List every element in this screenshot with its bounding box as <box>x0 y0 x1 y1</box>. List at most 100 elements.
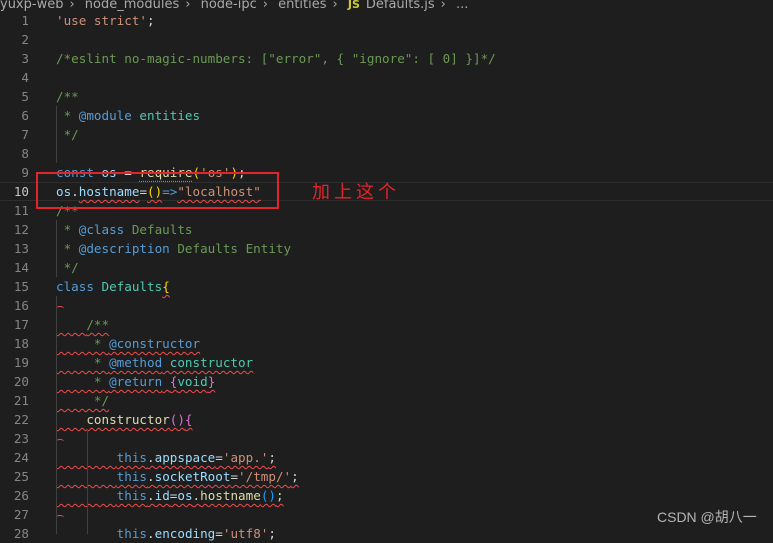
code-token: */ <box>56 260 79 275</box>
line-number: 10 <box>13 184 29 199</box>
annotation-note: 加上这个 <box>312 182 400 203</box>
code-line[interactable]: 6 * @module entities <box>0 106 773 125</box>
indent-guide <box>56 296 57 534</box>
code-line[interactable]: 18 * @constructor <box>0 334 773 353</box>
code-line[interactable]: 15 class Defaults{ <box>0 277 773 296</box>
line-number: 9 <box>21 165 29 180</box>
code-line[interactable]: 26 this.id=os.hostname(); <box>0 486 773 505</box>
code-token: ; <box>268 450 276 465</box>
code-line[interactable]: 21 */ <box>0 391 773 410</box>
code-token: * <box>56 355 110 370</box>
code-token: '/tmp/' <box>238 469 292 484</box>
line-number: 1 <box>21 13 29 28</box>
line-number: 22 <box>13 412 29 427</box>
code-line[interactable]: 1 'use strict'; <box>0 11 773 30</box>
line-number: 27 <box>13 507 29 522</box>
line-number: 7 <box>21 127 29 142</box>
code-token: * <box>56 374 110 389</box>
code-token: = <box>215 450 223 465</box>
code-token: entities <box>131 108 201 123</box>
code-line[interactable]: 19 * @method constructor <box>0 353 773 372</box>
line-number: 2 <box>21 32 29 47</box>
code-token: . <box>147 450 155 465</box>
code-token: * <box>56 336 110 351</box>
code-line[interactable]: 20 * @return {void} <box>0 372 773 391</box>
error-squiggle-icon <box>56 306 64 311</box>
code-token: os <box>177 488 193 503</box>
code-token: */ <box>56 393 110 408</box>
code-token: 'app.' <box>222 450 269 465</box>
line-number: 5 <box>21 89 29 104</box>
code-line[interactable]: 7 */ <box>0 125 773 144</box>
code-token: this <box>116 488 148 503</box>
code-token: constructor <box>162 355 254 370</box>
code-line[interactable]: 25 this.socketRoot='/tmp/'; <box>0 467 773 486</box>
line-number: 21 <box>13 393 29 408</box>
error-squiggle-icon <box>56 439 64 444</box>
indent-guide <box>56 106 57 163</box>
indent-guide <box>87 429 88 534</box>
code-line[interactable]: 23 <box>0 429 773 448</box>
code-token: hostname <box>200 488 261 503</box>
code-line[interactable]: 16 <box>0 296 773 315</box>
code-line[interactable]: 2 <box>0 30 773 49</box>
code-line[interactable]: 24 this.appspace='app.'; <box>0 448 773 467</box>
code-text: this.appspace='app.'; <box>56 448 276 467</box>
code-token: Defaults Entity <box>169 241 292 256</box>
code-text: 'use strict'; <box>56 11 155 30</box>
code-token: ; <box>275 488 284 503</box>
code-line[interactable]: 8 <box>0 144 773 163</box>
code-token: . <box>147 488 155 503</box>
code-line[interactable]: 4 <box>0 68 773 87</box>
code-text: */ <box>56 258 79 277</box>
line-number: 11 <box>13 203 29 218</box>
error-squiggle-icon <box>56 515 64 520</box>
code-editor[interactable]: 1 'use strict'; 2 3/*eslint no-magic-number… <box>0 11 773 543</box>
js-file-icon: JS <box>347 0 360 11</box>
line-number: 12 <box>13 222 29 237</box>
code-token: this <box>116 450 148 465</box>
code-token: } <box>207 374 216 389</box>
code-text: * @constructor <box>56 334 200 353</box>
code-token: @class <box>78 222 125 237</box>
code-token: void <box>177 374 208 389</box>
code-token: * <box>56 108 79 123</box>
code-token: @return <box>109 374 163 389</box>
line-number: 3 <box>21 51 29 66</box>
code-text: * @description Defaults Entity <box>56 239 292 258</box>
highlight-box <box>36 172 279 209</box>
code-token: Defaults <box>124 222 193 237</box>
code-line[interactable]: 17 /** <box>0 315 773 334</box>
code-text: /** <box>56 315 109 334</box>
line-number: 4 <box>21 70 29 85</box>
code-line[interactable]: 5 /** <box>0 87 773 106</box>
code-token: { <box>162 279 170 294</box>
code-token: ; <box>291 469 299 484</box>
code-token: @method <box>109 355 163 370</box>
code-token: . <box>147 469 155 484</box>
code-token: this <box>116 469 148 484</box>
code-token: () <box>169 412 185 427</box>
code-token: /** <box>86 317 110 332</box>
code-token: 'use strict' <box>56 13 147 28</box>
line-number: 19 <box>13 355 29 370</box>
code-token: . <box>192 488 201 503</box>
code-line[interactable]: 12 * @class Defaults <box>0 220 773 239</box>
code-token: id <box>154 488 170 503</box>
code-line[interactable]: 3 /*eslint no-magic-numbers: ["error", { … <box>0 49 773 68</box>
code-line[interactable]: 22 constructor(){ <box>0 410 773 429</box>
code-line[interactable]: 14 */ <box>0 258 773 277</box>
code-text: this.id=os.hostname(); <box>56 486 284 505</box>
watermark: CSDN @胡八一 <box>657 509 757 525</box>
code-text: * @method constructor <box>56 353 253 372</box>
line-number: 15 <box>13 279 29 294</box>
line-number: 18 <box>13 336 29 351</box>
code-token: * <box>56 241 79 256</box>
code-token: = <box>230 469 239 484</box>
code-line[interactable]: 13 * @description Defaults Entity <box>0 239 773 258</box>
code-token: Defaults <box>101 279 163 294</box>
code-token: @description <box>78 241 170 256</box>
